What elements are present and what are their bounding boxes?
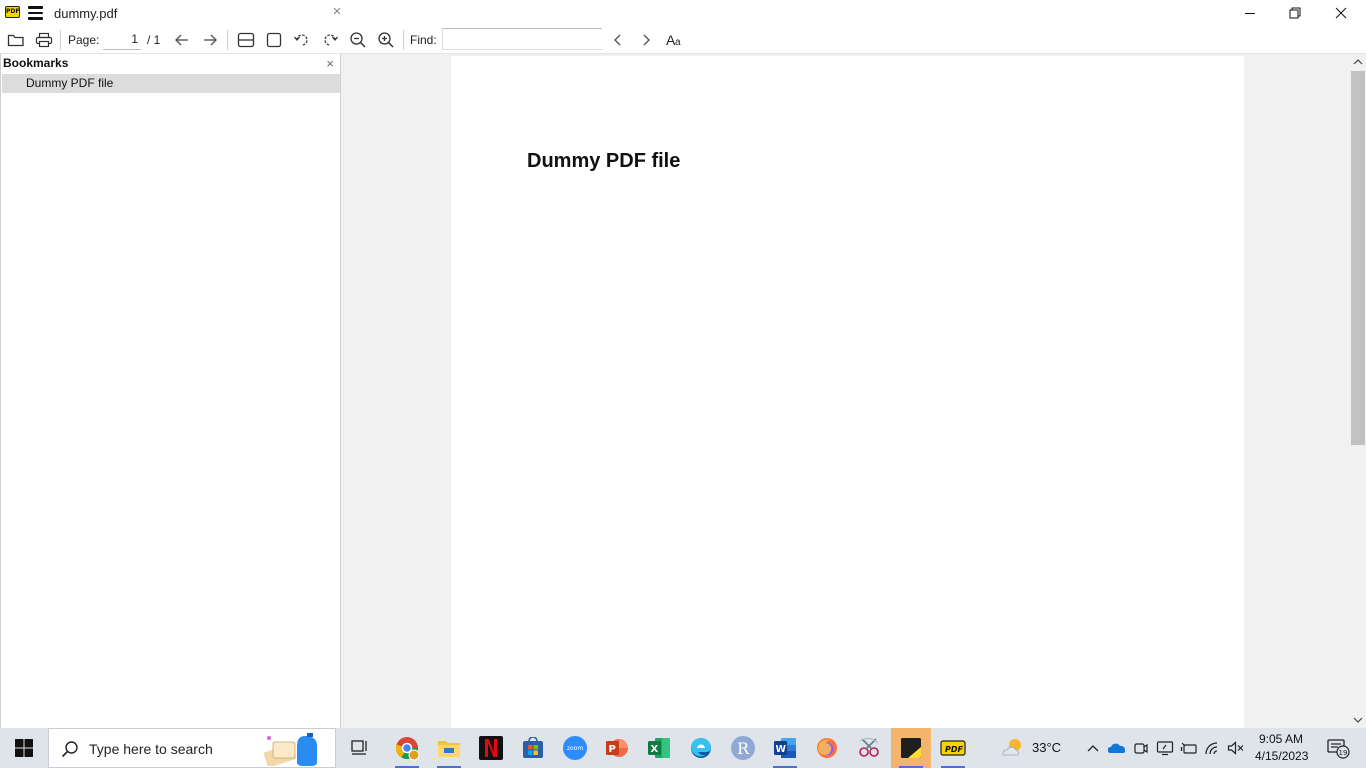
task-view-icon[interactable]: [340, 728, 380, 768]
pdf-viewer-window: PDF dummy.pdf × Page: / 1: [0, 0, 1366, 728]
snipping-tool-taskbar-icon[interactable]: [849, 728, 889, 768]
windows-start-icon[interactable]: [0, 728, 48, 768]
volume-muted-icon[interactable]: [1224, 728, 1248, 768]
document-canvas[interactable]: Dummy PDF file: [341, 54, 1350, 728]
notification-count: 19: [1339, 749, 1348, 757]
next-page-icon[interactable]: [199, 29, 221, 51]
chrome-taskbar-icon[interactable]: [387, 728, 427, 768]
scroll-down-icon[interactable]: [1350, 712, 1366, 728]
pdf-page: Dummy PDF file: [451, 56, 1244, 728]
toolbar-separator: [60, 30, 61, 50]
weather-temperature[interactable]: 33°C: [1032, 740, 1061, 755]
print-icon[interactable]: [33, 29, 55, 51]
show-hidden-icons-icon[interactable]: [1082, 728, 1104, 768]
find-input[interactable]: [442, 28, 602, 50]
fit-width-icon[interactable]: [235, 29, 257, 51]
svg-text:a: a: [675, 37, 681, 48]
microsoft-store-taskbar-icon[interactable]: [513, 728, 553, 768]
meet-now-icon[interactable]: [1129, 728, 1153, 768]
vertical-scrollbar[interactable]: [1350, 54, 1366, 728]
page-label: Page:: [68, 33, 100, 47]
restore-icon[interactable]: [1272, 0, 1318, 26]
excel-taskbar-icon[interactable]: X: [639, 728, 679, 768]
fit-page-icon[interactable]: [263, 29, 285, 51]
file-explorer-taskbar-icon[interactable]: [429, 728, 469, 768]
wifi-icon[interactable]: [1201, 728, 1225, 768]
word-taskbar-icon[interactable]: W: [765, 728, 805, 768]
bookmarks-panel: Bookmarks × Dummy PDF file: [0, 54, 341, 728]
search-icon: [61, 741, 78, 758]
app-logo-icon: PDF: [5, 6, 20, 18]
rotate-left-icon[interactable]: [291, 29, 313, 51]
toolbar-separator: [403, 30, 404, 50]
search-highlight-illustration-icon: [263, 733, 317, 766]
zoom-taskbar-icon[interactable]: zoom: [555, 728, 595, 768]
clock-date[interactable]: 4/15/2023: [1255, 749, 1308, 763]
page-total: / 1: [147, 33, 161, 47]
display-icon[interactable]: [1153, 728, 1177, 768]
menu-icon[interactable]: [28, 6, 43, 20]
scroll-up-icon[interactable]: [1350, 54, 1366, 70]
zoom-out-icon[interactable]: [347, 29, 369, 51]
r-taskbar-icon[interactable]: R: [723, 728, 763, 768]
svg-text:P: P: [609, 744, 616, 755]
scrollbar-thumb[interactable]: [1351, 71, 1365, 445]
netflix-taskbar-icon[interactable]: [471, 728, 511, 768]
find-next-icon[interactable]: [635, 29, 657, 51]
taskbar: Type here to search zoom P X R W PDF 33°…: [0, 728, 1366, 768]
open-folder-icon[interactable]: [5, 29, 27, 51]
title-bar: PDF dummy.pdf ×: [0, 0, 1366, 26]
svg-text:W: W: [776, 744, 787, 755]
find-label: Find:: [410, 33, 437, 47]
bookmark-item[interactable]: Dummy PDF file: [2, 74, 340, 93]
sumatra-pdf-taskbar-icon[interactable]: PDF: [933, 728, 973, 768]
svg-text:PDF: PDF: [945, 745, 964, 754]
powerpoint-taskbar-icon[interactable]: P: [597, 728, 637, 768]
prev-page-icon[interactable]: [171, 29, 193, 51]
search-placeholder: Type here to search: [89, 741, 213, 757]
bookmarks-close-icon[interactable]: ×: [326, 56, 334, 71]
notifications-icon[interactable]: 19: [1318, 728, 1358, 768]
toolbar: Page: / 1 Find:: [0, 26, 1366, 54]
match-case-icon[interactable]: Aa: [663, 29, 687, 51]
battery-icon[interactable]: [1177, 728, 1201, 768]
svg-text:X: X: [651, 744, 659, 755]
find-prev-icon[interactable]: [607, 29, 629, 51]
toolbar-separator: [227, 30, 228, 50]
page-heading: Dummy PDF file: [527, 150, 681, 172]
tab-close-icon[interactable]: ×: [331, 3, 343, 20]
minimize-icon[interactable]: [1227, 0, 1273, 26]
close-window-icon[interactable]: [1318, 0, 1364, 26]
taskbar-search-box[interactable]: Type here to search: [48, 728, 336, 768]
firefox-taskbar-icon[interactable]: [807, 728, 847, 768]
sticky-notes-taskbar-icon[interactable]: [891, 728, 931, 768]
onedrive-icon[interactable]: [1105, 728, 1129, 768]
edge-taskbar-icon[interactable]: [681, 728, 721, 768]
weather-icon[interactable]: [993, 728, 1033, 768]
tab-title[interactable]: dummy.pdf: [54, 6, 117, 21]
clock-time[interactable]: 9:05 AM: [1258, 732, 1303, 746]
zoom-in-icon[interactable]: [375, 29, 397, 51]
page-number-input[interactable]: [103, 28, 141, 50]
bookmarks-header: Bookmarks ×: [1, 54, 340, 73]
rotate-right-icon[interactable]: [319, 29, 341, 51]
bookmarks-title: Bookmarks: [3, 56, 69, 70]
